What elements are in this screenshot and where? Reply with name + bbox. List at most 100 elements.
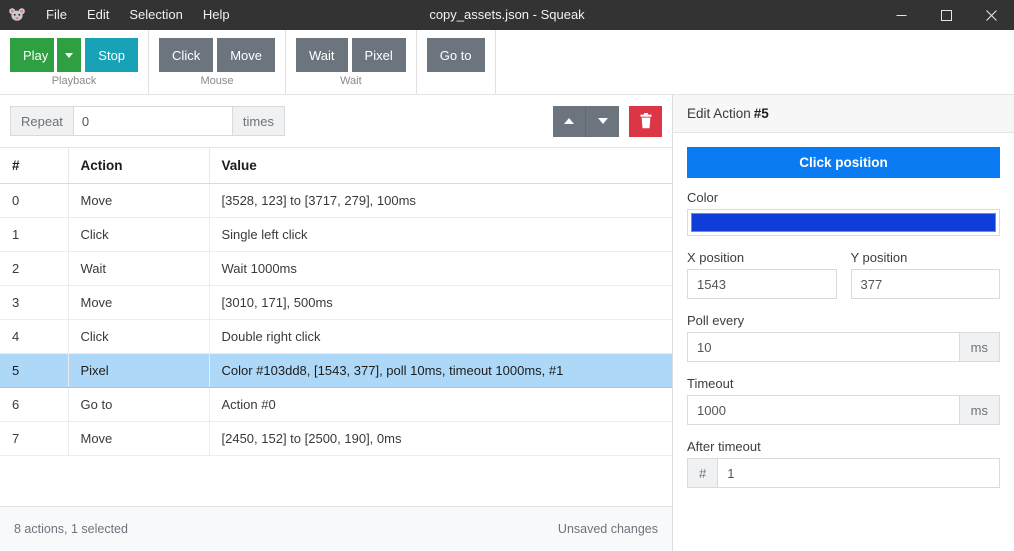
table-row[interactable]: 1 Click Single left click [0,217,672,252]
x-position-input[interactable] [687,269,837,299]
edit-action-header: Edit Action #5 [673,95,1014,133]
menu-selection[interactable]: Selection [119,0,192,30]
click-position-button[interactable]: Click position [687,147,1000,178]
maximize-icon[interactable] [924,0,969,30]
move-buttons-group [553,105,619,137]
table-row[interactable]: 6 Go to Action #0 [0,387,672,422]
app-window: File Edit Selection Help copy_assets.jso… [0,0,1014,551]
click-action-button[interactable]: Click [159,38,214,72]
repeat-label: Repeat [10,106,73,136]
table-row[interactable]: 0 Move [3528, 123] to [3717, 279], 100ms [0,183,672,218]
ribbon-toolbar: Play Stop Playback Click Move Mouse Wait… [0,30,1014,95]
cell-index: 4 [0,319,69,354]
status-action-count: 8 actions, 1 selected [14,522,128,536]
chevron-down-icon [65,52,74,58]
ribbon-group-label-playback: Playback [51,75,97,87]
repeat-times-label: times [232,106,285,136]
mouse-icon [8,6,26,24]
x-position-label: X position [687,250,745,265]
timeout-input[interactable] [687,395,959,425]
close-icon[interactable] [969,0,1014,30]
move-down-button[interactable] [586,105,619,137]
cell-index: 6 [0,387,69,422]
cell-action: Move [68,285,210,320]
menu-bar: File Edit Selection Help [36,0,240,30]
action-list-pane: Repeat times [0,95,673,551]
menu-file[interactable]: File [36,0,77,30]
actions-table: # Action Value 0 Move [3528, 123] to [37… [0,148,672,456]
cell-action: Click [68,217,210,252]
ribbon-group-mouse: Click Move Mouse [149,30,287,94]
timeout-unit: ms [958,395,1000,425]
menu-help[interactable]: Help [193,0,240,30]
cell-value: Action #0 [209,387,672,422]
poll-every-field: ms [687,332,1000,362]
cell-value: Wait 1000ms [209,251,672,286]
play-dropdown-button[interactable] [57,38,82,72]
cell-index: 7 [0,421,69,456]
arrow-up-icon [564,118,574,124]
pixel-action-button[interactable]: Pixel [351,38,406,72]
move-up-button[interactable] [553,105,586,137]
poll-every-input[interactable] [687,332,959,362]
main-content: Repeat times [0,95,1014,551]
after-timeout-field: # [687,458,1000,488]
cell-index: 1 [0,217,69,252]
status-bar: 8 actions, 1 selected Unsaved changes [0,506,672,551]
edit-action-number: #5 [753,106,769,121]
column-header-index[interactable]: # [0,148,69,184]
hash-icon: # [687,458,718,488]
repeat-bar: Repeat times [0,95,672,147]
window-controls [879,0,1014,30]
table-row[interactable]: 2 Wait Wait 1000ms [0,251,672,286]
table-header-row: # Action Value [0,148,672,184]
wait-action-button[interactable]: Wait [296,38,348,72]
edit-action-pane: Edit Action #5 Click position Color X po… [673,95,1014,551]
ribbon-spacer [496,30,1014,94]
table-row[interactable]: 3 Move [3010, 171], 500ms [0,285,672,320]
ribbon-group-label-wait: Wait [340,75,362,87]
repeat-count-input[interactable] [72,106,233,136]
play-button[interactable]: Play [10,38,55,72]
cell-action: Wait [68,251,210,286]
cell-action: Move [68,421,210,456]
after-timeout-input[interactable] [717,458,1000,488]
cell-value: Double right click [209,319,672,354]
color-field-label: Color [687,190,719,205]
stop-button[interactable]: Stop [85,38,139,72]
cell-value: Color #103dd8, [1543, 377], poll 10ms, t… [209,353,672,388]
color-swatch [691,213,996,232]
status-save-state: Unsaved changes [557,522,658,536]
move-action-button[interactable]: Move [217,38,276,72]
menu-edit[interactable]: Edit [77,0,119,30]
position-fields: X position Y position [687,250,1000,299]
cell-value: [3528, 123] to [3717, 279], 100ms [209,183,672,218]
table-row[interactable]: 4 Click Double right click [0,319,672,354]
minimize-icon[interactable] [879,0,924,30]
table-row[interactable]: 7 Move [2450, 152] to [2500, 190], 0ms [0,421,672,456]
poll-every-unit: ms [958,332,1000,362]
ribbon-group-label-mouse: Mouse [200,75,234,87]
y-position-field: Y position [850,250,1000,299]
delete-action-button[interactable] [629,105,662,137]
edit-action-form: Click position Color X position Y positi… [673,133,1014,551]
table-row-selected[interactable]: 5 Pixel Color #103dd8, [1543, 377], poll… [0,353,672,388]
cell-value: Single left click [209,217,672,252]
trash-icon [640,113,651,129]
actions-table-container[interactable]: # Action Value 0 Move [3528, 123] to [37… [0,147,672,506]
arrow-down-icon [597,118,608,124]
cell-action: Click [68,319,210,354]
list-tools [553,105,662,137]
x-position-field: X position [687,250,837,299]
ribbon-group-playback: Play Stop Playback [0,30,150,94]
cell-index: 0 [0,183,69,218]
goto-action-button[interactable]: Go to [426,38,485,72]
y-position-input[interactable] [850,269,1000,299]
cell-action: Go to [68,387,210,422]
timeout-label: Timeout [687,376,734,391]
cell-value: [3010, 171], 500ms [209,285,672,320]
column-header-action[interactable]: Action [68,148,210,184]
column-header-value[interactable]: Value [209,148,672,184]
edit-action-title: Edit Action [687,106,751,121]
color-picker[interactable] [687,209,1000,236]
